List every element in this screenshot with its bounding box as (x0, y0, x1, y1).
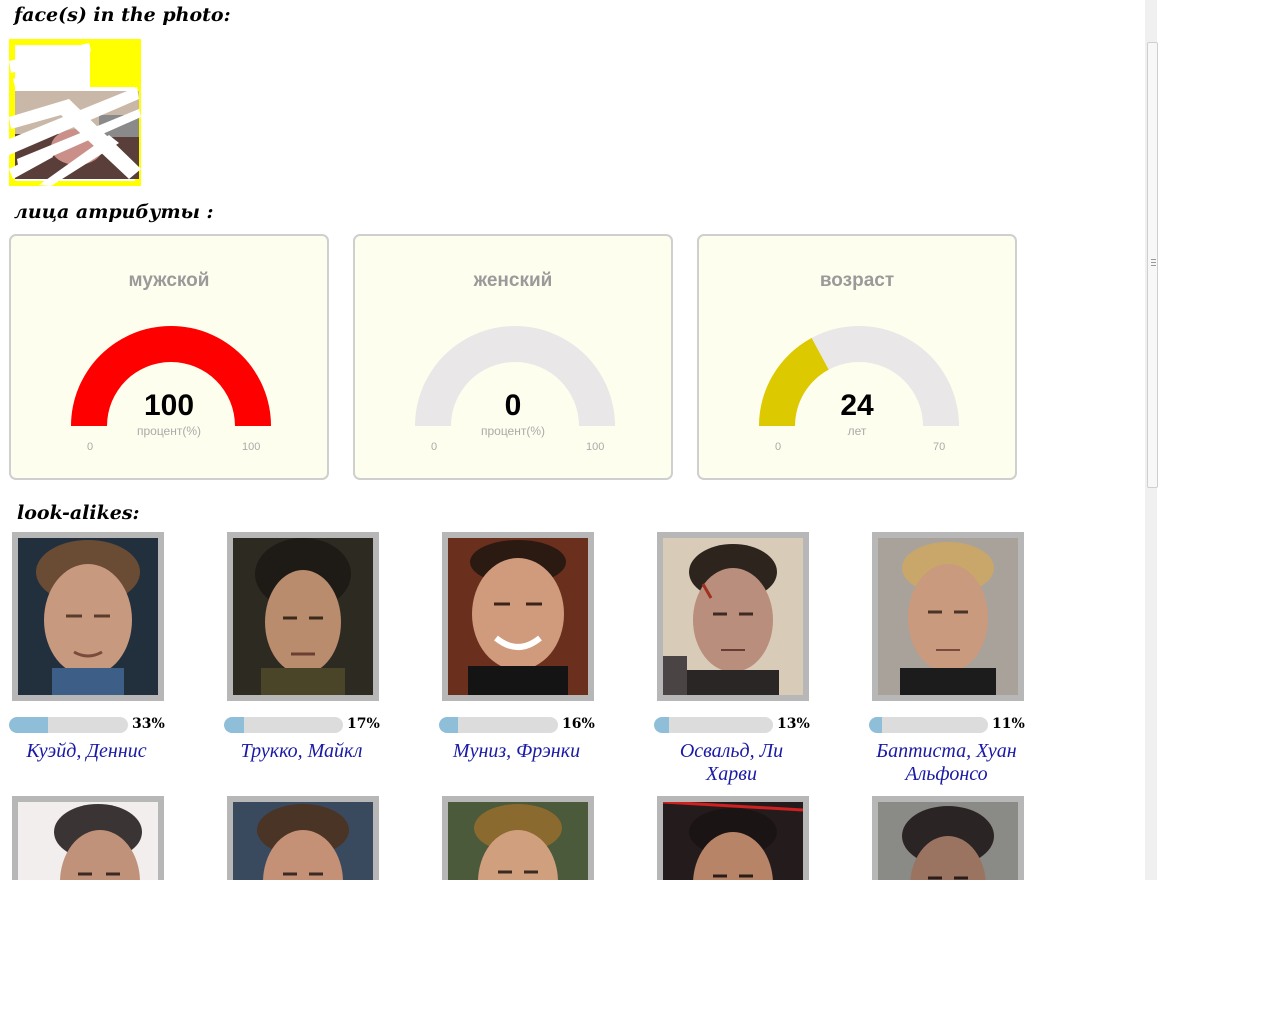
attributes-heading: лица атрибуты : (14, 201, 214, 223)
detected-face-thumbnail[interactable] (9, 39, 141, 186)
scrollbar-grip (1151, 265, 1156, 266)
gauge-card-female: женский 0 процент(%) 0 100 (353, 234, 673, 480)
gauge-dial (759, 326, 959, 426)
gauge-unit: процент(%) (480, 424, 546, 438)
gauge-min: 0 (87, 441, 94, 453)
lookalike-photo[interactable] (227, 796, 379, 880)
gauge-dial (415, 326, 615, 426)
similarity-bar (869, 717, 988, 733)
lookalike-name-link[interactable]: Куэйд, Деннис (9, 740, 164, 763)
similarity-bar (439, 717, 558, 733)
similarity-fill (439, 717, 459, 733)
lookalike-photo[interactable] (12, 796, 164, 880)
lookalike-photo[interactable] (872, 532, 1024, 701)
gauge-card-age: возраст 24 лет 0 70 (697, 234, 1017, 480)
lookalike-name-link[interactable]: Муниз, Фрэнки (439, 740, 594, 763)
gauge-min: 0 (775, 441, 782, 453)
gauge-dial (71, 326, 271, 426)
similarity-bar (224, 717, 343, 733)
similarity-fill (654, 717, 670, 733)
similarity-bar (9, 717, 128, 733)
gauge-value: 100 (143, 389, 195, 422)
similarity-bar (654, 717, 773, 733)
scrollbar-grip (1151, 259, 1156, 260)
lookalikes-heading: look-alikes: (17, 502, 140, 524)
lookalike-photo[interactable] (657, 796, 809, 880)
scrollbar-grip (1151, 262, 1156, 263)
gauge-value: 24 (840, 389, 874, 422)
similarity-fill (869, 717, 883, 733)
gauge-max: 100 (242, 441, 261, 453)
lookalike-photo[interactable] (227, 532, 379, 701)
similarity-percent: 11% (992, 716, 1025, 732)
similarity-percent: 17% (347, 716, 380, 732)
gauge-max: 70 (933, 441, 946, 453)
lookalike-photo[interactable] (872, 796, 1024, 880)
lookalike-photo[interactable] (442, 532, 594, 701)
lookalike-name-link[interactable]: Трукко, Майкл (224, 740, 379, 763)
page-viewport: face(s) in the photo: лица атрибуты : му… (0, 0, 1157, 880)
similarity-percent: 13% (777, 716, 810, 732)
gauge-card-male: мужской 100 процент(%) 0 100 (9, 234, 329, 480)
gauge-unit: процент(%) (136, 424, 202, 438)
gauge-value: 0 (504, 389, 522, 422)
gauge-unit: лет (847, 424, 867, 438)
lookalike-photo[interactable] (442, 796, 594, 880)
lookalike-photo[interactable] (12, 532, 164, 701)
gauge-max: 100 (586, 441, 605, 453)
similarity-percent: 33% (132, 716, 165, 732)
similarity-fill (9, 717, 49, 733)
similarity-percent: 16% (562, 716, 595, 732)
faces-heading: face(s) in the photo: (14, 4, 231, 26)
lookalike-photo[interactable] (657, 532, 809, 701)
similarity-fill (224, 717, 245, 733)
lookalike-name-link[interactable]: Баптиста, Хуан Альфонсо (869, 740, 1024, 786)
gauge-min: 0 (431, 441, 438, 453)
lookalike-name-link[interactable]: Освальд, Ли Харви (654, 740, 809, 786)
